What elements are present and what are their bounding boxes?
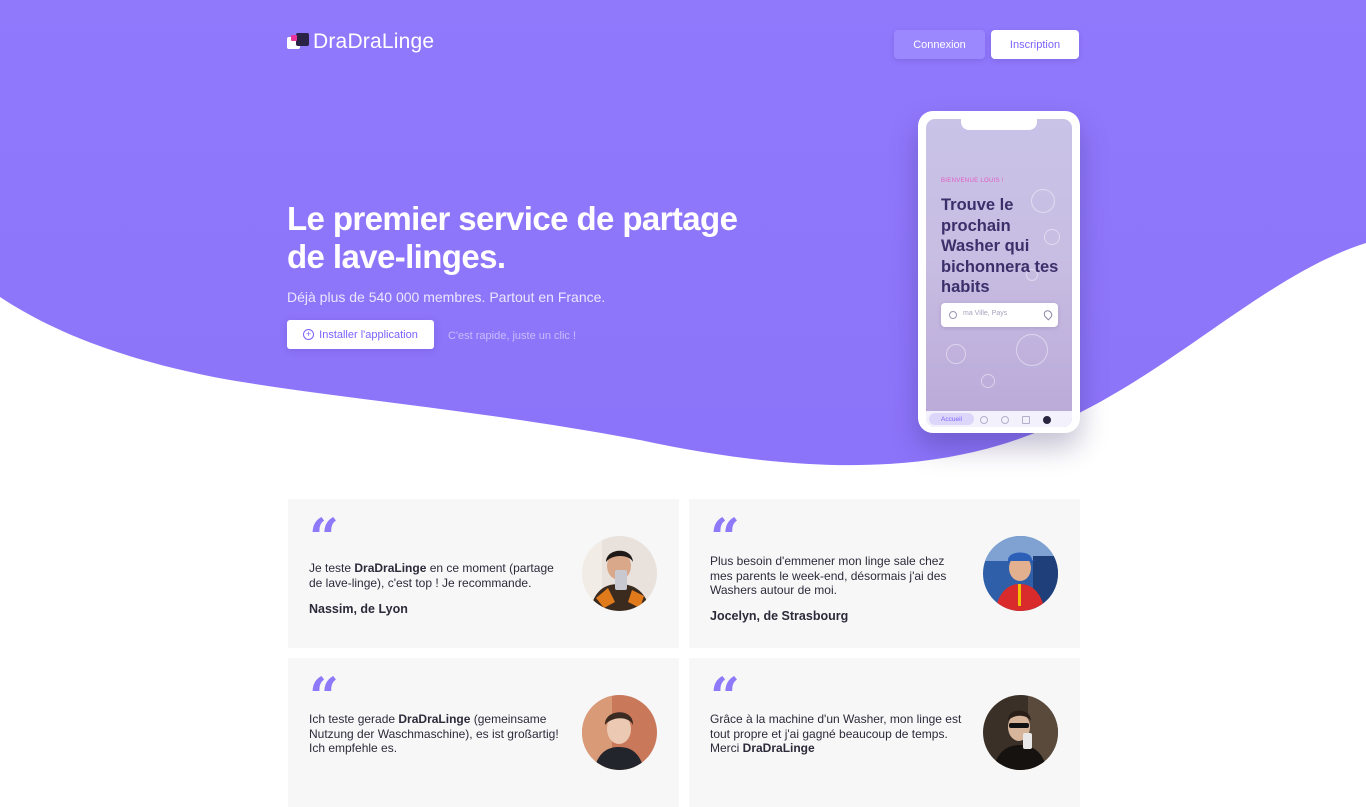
phone-heading: Trouve le prochain Washer qui bichonnera… xyxy=(941,196,1059,296)
phone-tab-icon xyxy=(980,416,988,424)
avatar xyxy=(582,536,657,611)
hero-subtitle: Déjà plus de 540 000 membres. Partout en… xyxy=(287,289,606,305)
phone-mockup: BIENVENUE LOUIS ! Trouve le prochain Was… xyxy=(918,111,1080,433)
testimonial-text: Je teste DraDraLinge en ce moment (parta… xyxy=(309,561,554,590)
login-button[interactable]: Connexion xyxy=(894,30,985,59)
signup-button[interactable]: Inscription xyxy=(991,30,1079,59)
testimonial-text: Ich teste gerade DraDraLinge (gemeinsame… xyxy=(309,712,559,755)
install-hint: C'est rapide, juste un clic ! xyxy=(448,330,577,342)
logo-text: DraDraLinge xyxy=(313,30,435,53)
testimonial-author: Nassim, de Lyon xyxy=(309,602,408,616)
phone-search-input: ma Ville, Pays xyxy=(941,303,1058,327)
quote-icon: “ xyxy=(309,508,339,569)
location-pin-icon xyxy=(1041,308,1055,321)
install-app-button[interactable]: + Installer l'application xyxy=(287,320,434,349)
testimonial-card: “ Grâce à la machine d'un Washer, mon li… xyxy=(689,658,1080,807)
avatar xyxy=(582,695,657,770)
testimonial-text: Grâce à la machine d'un Washer, mon ling… xyxy=(710,712,962,755)
phone-tab-home-label: Accueil xyxy=(941,415,962,423)
testimonial-text: Plus besoin d'emmener mon linge sale che… xyxy=(710,554,947,597)
avatar xyxy=(983,695,1058,770)
logo[interactable]: DraDraLinge xyxy=(287,30,434,54)
install-app-label: Installer l'application xyxy=(319,328,418,341)
phone-tab-home: Accueil xyxy=(929,413,974,425)
search-icon xyxy=(949,311,957,319)
hero-title-line1: Le premier service de partage xyxy=(287,200,738,237)
testimonial-author: Jocelyn, de Strasbourg xyxy=(710,609,849,623)
phone-tab-icon xyxy=(1022,416,1030,424)
hero-title: Le premier service de partage de lave-li… xyxy=(287,200,747,276)
plus-circle-icon: + xyxy=(303,329,315,340)
phone-search-placeholder: ma Ville, Pays xyxy=(963,310,1008,317)
phone-tab-avatar-icon xyxy=(1043,416,1051,424)
hero-title-line2: de lave-linges. xyxy=(287,238,506,275)
logo-mark-icon xyxy=(287,33,311,51)
testimonial-card: “ Ich teste gerade DraDraLinge (gemeinsa… xyxy=(288,658,679,807)
phone-notch xyxy=(961,119,1037,130)
phone-welcome-text: BIENVENUE LOUIS ! xyxy=(941,178,1004,184)
phone-tab-icon xyxy=(1001,416,1009,424)
testimonial-card: “ Plus besoin d'emmener mon linge sale c… xyxy=(689,499,1080,648)
phone-screen: BIENVENUE LOUIS ! Trouve le prochain Was… xyxy=(926,119,1072,427)
phone-tab-bar: Accueil xyxy=(926,411,1072,427)
avatar xyxy=(983,536,1058,611)
testimonial-card: “ Je teste DraDraLinge en ce moment (par… xyxy=(288,499,679,648)
